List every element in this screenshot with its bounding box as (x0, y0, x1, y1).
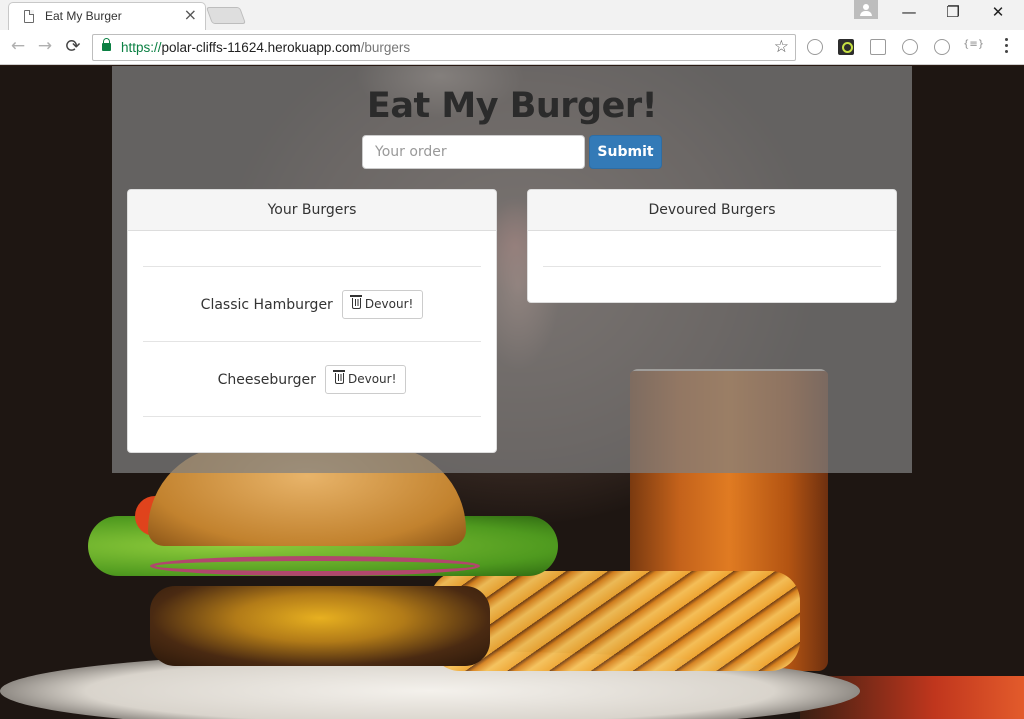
list-divider (543, 266, 881, 267)
json-ext-icon[interactable]: {≡} (963, 39, 984, 50)
box-ext-icon[interactable] (870, 39, 886, 55)
bookmark-star-icon[interactable]: ☆ (774, 37, 789, 57)
your-burgers-panel: Your Burgers Classic Hamburger Devour! C… (127, 189, 497, 453)
devour-button[interactable]: Devour! (324, 365, 407, 394)
tab-close-icon[interactable]: × (184, 6, 197, 24)
close-window-button[interactable]: ✕ (983, 3, 1013, 21)
devour-label: Devour! (364, 297, 414, 311)
zoom-ext-icon[interactable] (934, 39, 950, 55)
url-host: polar-cliffs-11624.herokuapp.com (161, 40, 361, 55)
restore-button[interactable]: ❐ (938, 3, 968, 21)
page-icon (24, 10, 34, 23)
profile-icon[interactable] (854, 0, 878, 19)
shield-ext-icon[interactable] (902, 39, 918, 55)
page-title: Eat My Burger! (366, 86, 658, 126)
order-input[interactable] (362, 135, 585, 169)
reload-button[interactable]: ⟳ (62, 36, 84, 57)
lock-icon (102, 38, 111, 51)
back-button[interactable]: ← (7, 36, 29, 56)
burger-list-item: Classic Hamburger Devour! (143, 267, 481, 342)
devour-button[interactable]: Devour! (341, 290, 424, 319)
trash-icon (349, 295, 362, 309)
onion-decor (150, 556, 480, 576)
devoured-burgers-heading: Devoured Burgers (528, 190, 896, 231)
tab-strip: Eat My Burger × — ❐ ✕ (0, 0, 1024, 30)
url-text: https://polar-cliffs-11624.herokuapp.com… (121, 40, 410, 55)
browser-toolbar: ← → ⟳ https://polar-cliffs-11624.herokua… (0, 30, 1024, 65)
trash-icon (332, 370, 345, 384)
tab-active[interactable]: Eat My Burger × (8, 2, 206, 30)
burger-name: Cheeseburger (217, 371, 316, 388)
url-path: /burgers (360, 40, 411, 55)
page-background: Eat My Burger! Submit Your Burgers Class… (0, 66, 1024, 719)
minimize-button[interactable]: — (894, 3, 924, 21)
devour-label: Devour! (347, 372, 397, 386)
your-burgers-heading: Your Burgers (128, 190, 496, 231)
content-overlay: Eat My Burger! Submit Your Burgers Class… (112, 66, 912, 473)
green-ext-icon[interactable] (838, 39, 854, 55)
url-scheme: https:// (121, 40, 162, 55)
devoured-burgers-panel: Devoured Burgers (527, 189, 897, 303)
address-bar[interactable]: https://polar-cliffs-11624.herokuapp.com… (92, 34, 796, 61)
search-ext-icon[interactable] (807, 39, 823, 55)
burger-name: Classic Hamburger (200, 296, 333, 313)
forward-button[interactable]: → (34, 36, 56, 56)
menu-icon[interactable] (1001, 38, 1011, 56)
new-tab-button[interactable] (205, 7, 247, 24)
tab-title: Eat My Burger (45, 9, 122, 23)
burger-list-item: Cheeseburger Devour! (143, 342, 481, 417)
submit-button[interactable]: Submit (589, 135, 662, 169)
patty-decor (150, 586, 490, 666)
